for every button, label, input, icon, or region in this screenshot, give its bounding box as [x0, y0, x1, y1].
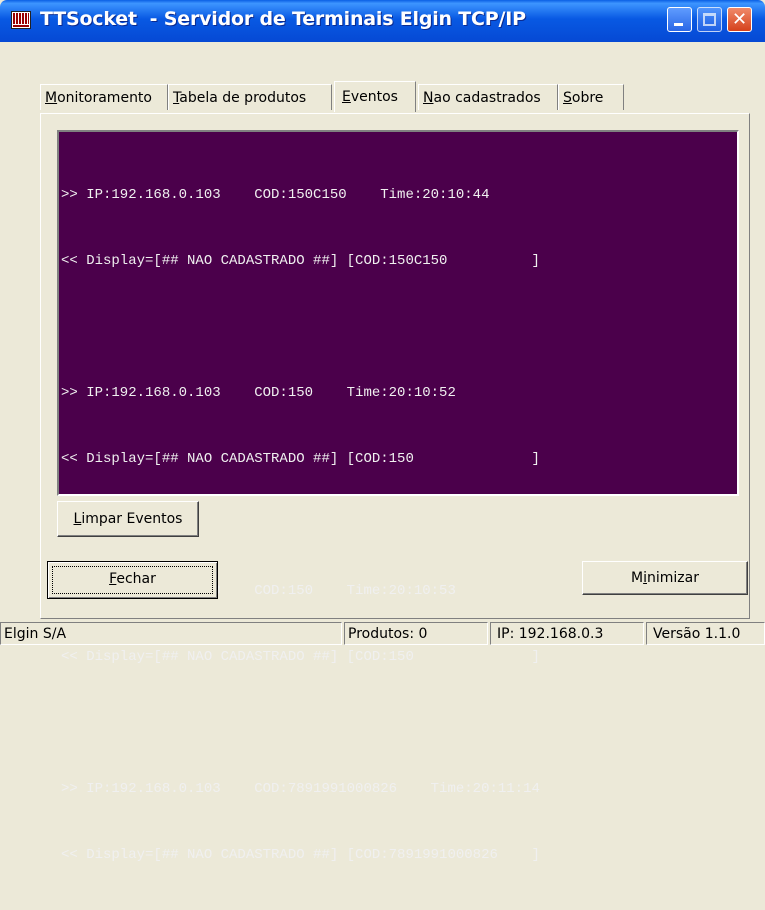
status-versao: Versão 1.1.0 [646, 622, 765, 645]
event-response-line: << Display=[## NAO CADASTRADO ##] [COD:7… [61, 847, 540, 863]
window-title: TTSocket - Servidor de Terminais Elgin T… [40, 8, 526, 30]
tab-nao-cadastrados[interactable]: Nao cadastrados [418, 84, 558, 110]
tab-label: obre [571, 90, 604, 106]
tab-eventos[interactable]: Eventos [334, 81, 416, 112]
event-request-line: >> IP:192.168.0.103 COD:7891991000826 Ti… [61, 781, 540, 797]
app-icon[interactable] [11, 11, 31, 29]
status-ip: IP: 192.168.0.3 [490, 622, 644, 645]
tab-accel: N [423, 90, 434, 106]
close-window-button[interactable]: ✕ [727, 7, 752, 32]
title-bar[interactable]: TTSocket - Servidor de Terminais Elgin T… [0, 0, 765, 42]
tab-label: ao cadastrados [433, 90, 541, 106]
tab-accel: E [342, 89, 351, 105]
tab-accel: M [45, 90, 58, 106]
maximize-window-button[interactable] [697, 7, 722, 32]
tab-label: onitoramento [57, 90, 152, 106]
tab-tabela-de-produtos[interactable]: Tabela de produtos [168, 84, 332, 110]
tab-accel: S [563, 90, 572, 106]
event-response-line: << Display=[## NAO CADASTRADO ##] [COD:1… [61, 649, 540, 665]
tab-panel-eventos [40, 113, 750, 619]
minimize-icon [674, 23, 683, 26]
close-icon: ✕ [731, 9, 748, 30]
tab-label: abela de produtos [179, 90, 307, 106]
maximize-icon [703, 13, 716, 26]
tab-sobre[interactable]: Sobre [558, 84, 624, 110]
status-bar: Elgin S/A Produtos: 0 IP: 192.168.0.3 Ve… [0, 622, 765, 645]
tab-monitoramento[interactable]: Monitoramento [40, 84, 168, 110]
tab-label: ventos [350, 89, 398, 105]
status-produtos: Produtos: 0 [344, 622, 488, 645]
minimize-window-button[interactable] [667, 7, 692, 32]
status-company: Elgin S/A [0, 622, 342, 645]
